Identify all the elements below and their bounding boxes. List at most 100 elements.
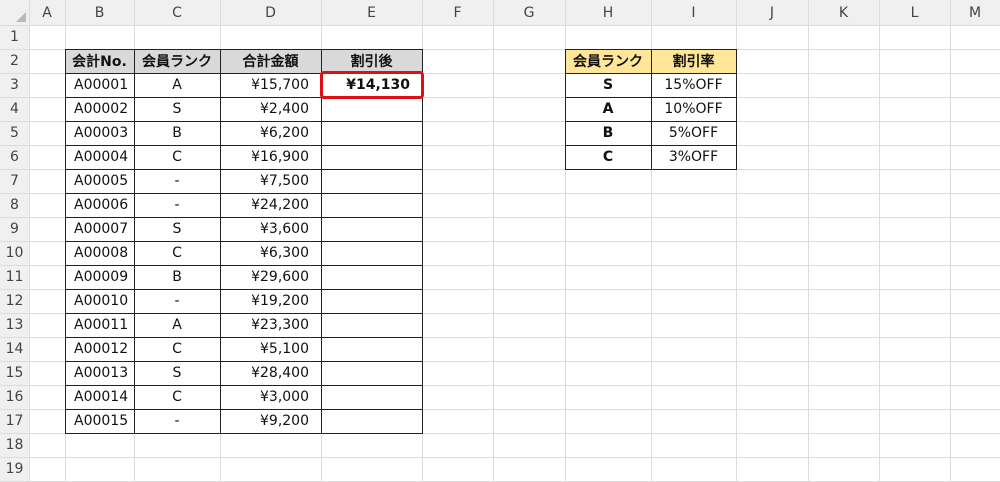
row-header-13[interactable]: 13 [0,313,29,337]
cell-member-rank[interactable]: C [134,385,220,409]
cell-discount-rate[interactable]: 10%OFF [651,97,736,121]
cell-discounted[interactable] [321,241,422,265]
cell-member-rank[interactable]: B [134,121,220,145]
row-header-19[interactable]: 19 [0,457,29,481]
row-header-5[interactable]: 5 [0,121,29,145]
column-header-g[interactable]: G [493,0,565,25]
cell-account-no[interactable]: A00014 [65,385,134,409]
cell-member-rank[interactable]: - [134,409,220,433]
cell-account-no[interactable]: A00015 [65,409,134,433]
cell-account-no[interactable]: A00007 [65,217,134,241]
cell-account-no[interactable]: A00013 [65,361,134,385]
row-header-17[interactable]: 17 [0,409,29,433]
row-header-6[interactable]: 6 [0,145,29,169]
row-header-16[interactable]: 16 [0,385,29,409]
cell-member-rank[interactable]: B [134,265,220,289]
cell-account-no[interactable]: A00002 [65,97,134,121]
select-all-corner[interactable] [0,0,29,25]
cell-total-amount[interactable]: ¥5,100 [220,337,321,361]
discount-header-1[interactable]: 会員ランク [565,49,651,73]
cell-total-amount[interactable]: ¥24,200 [220,193,321,217]
cell-account-no[interactable]: A00009 [65,265,134,289]
cell-member-rank[interactable]: C [134,241,220,265]
cell-discounted[interactable] [321,145,422,169]
cell-member-rank[interactable]: S [134,217,220,241]
cell-discounted[interactable] [321,265,422,289]
column-header-b[interactable]: B [65,0,134,25]
column-header-c[interactable]: C [134,0,220,25]
cell-account-no[interactable]: A00001 [65,73,134,97]
column-header-k[interactable]: K [808,0,879,25]
row-header-11[interactable]: 11 [0,265,29,289]
column-header-j[interactable]: J [736,0,808,25]
cell-discounted[interactable] [321,169,422,193]
row-header-8[interactable]: 8 [0,193,29,217]
row-header-14[interactable]: 14 [0,337,29,361]
column-header-h[interactable]: H [565,0,651,25]
cell-member-rank[interactable]: A [134,73,220,97]
cell-account-no[interactable]: A00005 [65,169,134,193]
column-header-e[interactable]: E [321,0,422,25]
row-header-1[interactable]: 1 [0,25,29,49]
cell-total-amount[interactable]: ¥2,400 [220,97,321,121]
cell-account-no[interactable]: A00010 [65,289,134,313]
cell-total-amount[interactable]: ¥3,000 [220,385,321,409]
cell-total-amount[interactable]: ¥19,200 [220,289,321,313]
cell-total-amount[interactable]: ¥6,300 [220,241,321,265]
column-header-m[interactable]: M [950,0,1000,25]
cell-account-no[interactable]: A00003 [65,121,134,145]
cell-total-amount[interactable]: ¥15,700 [220,73,321,97]
cell-member-rank[interactable]: C [134,145,220,169]
cell-total-amount[interactable]: ¥28,400 [220,361,321,385]
cell-rank[interactable]: B [565,121,651,145]
column-header-a[interactable]: A [29,0,65,25]
cell-total-amount[interactable]: ¥6,200 [220,121,321,145]
cell-total-amount[interactable]: ¥29,600 [220,265,321,289]
cell-member-rank[interactable]: - [134,169,220,193]
column-header-l[interactable]: L [879,0,950,25]
table-header-1[interactable]: 会計No. [65,49,134,73]
cell-member-rank[interactable]: A [134,313,220,337]
cell-account-no[interactable]: A00011 [65,313,134,337]
cell-account-no[interactable]: A00006 [65,193,134,217]
cell-rank[interactable]: A [565,97,651,121]
column-header-i[interactable]: I [651,0,736,25]
cell-discount-rate[interactable]: 5%OFF [651,121,736,145]
cell-total-amount[interactable]: ¥9,200 [220,409,321,433]
cell-discounted[interactable] [321,361,422,385]
row-header-10[interactable]: 10 [0,241,29,265]
row-header-2[interactable]: 2 [0,49,29,73]
cell-discounted[interactable] [321,409,422,433]
cell-account-no[interactable]: A00004 [65,145,134,169]
row-header-7[interactable]: 7 [0,169,29,193]
column-header-f[interactable]: F [422,0,493,25]
cell-discounted[interactable]: ¥14,130 [321,73,422,97]
spreadsheet-grid[interactable]: A B C D E F G H I J K L M 1 2 3 4 5 6 7 8 9 10 11 12 13 14 15 16 17 18… [0,0,1000,482]
discount-header-2[interactable]: 割引率 [651,49,736,73]
row-header-4[interactable]: 4 [0,97,29,121]
cell-account-no[interactable]: A00008 [65,241,134,265]
cell-discounted[interactable] [321,121,422,145]
cell-member-rank[interactable]: S [134,361,220,385]
cell-discounted[interactable] [321,313,422,337]
cell-discounted[interactable] [321,385,422,409]
cell-discounted[interactable] [321,217,422,241]
cell-total-amount[interactable]: ¥3,600 [220,217,321,241]
cell-discounted[interactable] [321,337,422,361]
row-header-3[interactable]: 3 [0,73,29,97]
cell-member-rank[interactable]: - [134,289,220,313]
row-header-9[interactable]: 9 [0,217,29,241]
cell-member-rank[interactable]: C [134,337,220,361]
cell-discounted[interactable] [321,97,422,121]
row-header-18[interactable]: 18 [0,433,29,457]
cell-total-amount[interactable]: ¥16,900 [220,145,321,169]
cell-discounted[interactable] [321,289,422,313]
cell-member-rank[interactable]: - [134,193,220,217]
row-header-12[interactable]: 12 [0,289,29,313]
cell-member-rank[interactable]: S [134,97,220,121]
table-header-3[interactable]: 合計金額 [220,49,321,73]
cell-total-amount[interactable]: ¥7,500 [220,169,321,193]
cell-total-amount[interactable]: ¥23,300 [220,313,321,337]
table-header-2[interactable]: 会員ランク [134,49,220,73]
cell-discounted[interactable] [321,193,422,217]
